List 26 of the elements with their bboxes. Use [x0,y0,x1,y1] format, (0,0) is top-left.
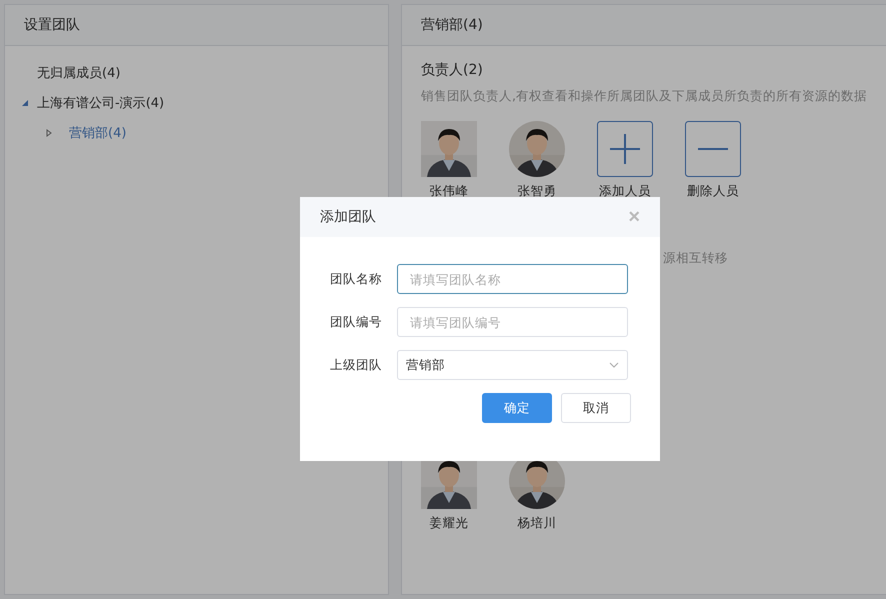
member-name: 杨培川 [518,515,557,532]
tree-item[interactable]: 无归属成员(4) [37,64,120,82]
section-description: 销售团队负责人,有权查看和操作所属团队及下属成员所负责的所有资源的数据 [421,88,867,105]
expand-icon[interactable] [45,129,53,137]
section-title: 负责人(2) [421,61,484,80]
dialog-title: 添加团队 [320,208,376,226]
remove-member-button[interactable] [685,121,742,177]
action-label: 添加人员 [599,183,652,200]
panel-title: 营销部(4) [421,16,483,34]
field-label: 上级团队 [330,356,380,374]
text-field[interactable]: 请填写团队名称 [397,264,628,294]
cancel-button[interactable]: 取消 [561,393,631,423]
tree-item[interactable]: 上海有谱公司-演示(4) [37,94,164,112]
tree-item[interactable]: 营销部(4) [61,124,134,142]
field-label: 团队编号 [330,314,380,330]
panel-title: 设置团队 [24,16,80,34]
select-field[interactable]: 营销部 [397,350,628,380]
section-description: 源相互转移 [663,250,728,265]
member-name: 张智勇 [518,183,557,200]
field-label: 团队名称 [330,270,380,288]
chevron-down-icon [609,362,619,368]
member-name: 姜耀光 [430,515,469,532]
collapse-icon[interactable] [21,99,29,107]
action-label: 删除人员 [687,183,740,200]
member-name: 张伟峰 [430,183,469,200]
add-member-button[interactable] [597,121,654,177]
